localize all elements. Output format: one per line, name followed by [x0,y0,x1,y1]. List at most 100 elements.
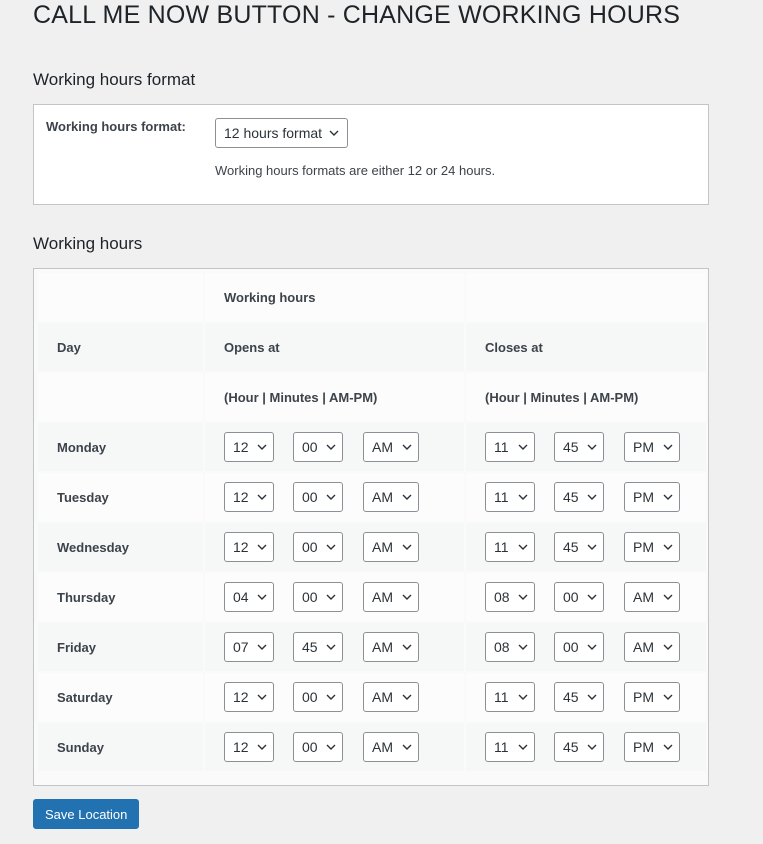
day-label: Thursday [38,573,203,621]
open-ampm-select[interactable]: AM [363,482,419,512]
open-ampm-select[interactable]: AM [363,682,419,712]
open-ampm-select[interactable]: AM [363,732,419,762]
open-ampm-select-value: AM [372,589,393,605]
open-minute-select-value: 00 [302,439,318,455]
close-ampm-select-value: PM [633,689,654,705]
open-minute-select[interactable]: 00 [293,532,343,562]
open-ampm-select-value: AM [372,739,393,755]
format-section-box: Working hours format: 12 hours format Wo… [33,104,709,205]
chevron-down-icon [257,544,267,550]
chevron-down-icon [326,594,336,600]
day-label: Friday [38,623,203,671]
close-minute-select[interactable]: 00 [554,582,604,612]
open-hour-select[interactable]: 12 [224,732,274,762]
close-minute-select-value: 00 [563,589,579,605]
day-row: Tuesday 12 00 AM 11 45 PM [38,473,706,521]
open-ampm-select[interactable]: AM [363,582,419,612]
open-hour-select-value: 12 [233,439,249,455]
close-minute-select[interactable]: 45 [554,432,604,462]
chevron-down-icon [663,694,673,700]
open-hour-select[interactable]: 07 [224,632,274,662]
close-minute-select[interactable]: 45 [554,682,604,712]
open-hour-select[interactable]: 12 [224,432,274,462]
open-hour-select[interactable]: 04 [224,582,274,612]
open-minute-select[interactable]: 00 [293,682,343,712]
open-minute-select[interactable]: 00 [293,432,343,462]
empty-header-cell [38,273,203,321]
day-row: Monday 12 00 AM 11 45 PM [38,423,706,471]
opens-cell: 07 45 AM [205,623,464,671]
open-minute-select-value: 45 [302,639,318,655]
close-hour-select[interactable]: 11 [485,482,535,512]
closes-cell: 08 00 AM [466,623,706,671]
col-header-closes: Closes at [466,323,706,371]
open-minute-select-value: 00 [302,739,318,755]
close-hour-select[interactable]: 11 [485,682,535,712]
open-hour-select[interactable]: 12 [224,532,274,562]
open-minute-select[interactable]: 00 [293,482,343,512]
close-minute-select-value: 45 [563,439,579,455]
format-section-heading: Working hours format [33,70,196,89]
opens-cell: 12 00 AM [205,673,464,721]
close-hour-select[interactable]: 08 [485,632,535,662]
chevron-down-icon [587,444,597,450]
open-ampm-select[interactable]: AM [363,632,419,662]
open-hour-select-value: 12 [233,689,249,705]
closes-cell: 11 45 PM [466,673,706,721]
close-ampm-select[interactable]: AM [624,632,680,662]
close-minute-select-value: 45 [563,689,579,705]
close-minute-select[interactable]: 45 [554,732,604,762]
close-ampm-select-value: AM [633,589,654,605]
close-hour-select[interactable]: 11 [485,532,535,562]
close-ampm-select[interactable]: AM [624,582,680,612]
close-ampm-select[interactable]: PM [624,532,680,562]
close-ampm-select[interactable]: PM [624,432,680,462]
open-minute-select[interactable]: 00 [293,732,343,762]
open-ampm-select-value: AM [372,639,393,655]
opens-cell: 12 00 AM [205,423,464,471]
header-row-columns: Day Opens at Closes at [38,323,706,371]
day-row: Saturday 12 00 AM 11 45 PM [38,673,706,721]
chevron-down-icon [663,444,673,450]
open-minute-select-value: 00 [302,489,318,505]
closes-cell: 08 00 AM [466,573,706,621]
chevron-down-icon [587,644,597,650]
close-ampm-select[interactable]: PM [624,482,680,512]
close-hour-select[interactable]: 08 [485,582,535,612]
open-hour-select-value: 12 [233,739,249,755]
closes-cell: 11 45 PM [466,723,706,771]
close-hour-select[interactable]: 11 [485,732,535,762]
day-row: Friday 07 45 AM 08 00 AM [38,623,706,671]
open-minute-select[interactable]: 45 [293,632,343,662]
format-hint-open: (Hour | Minutes | AM-PM) [205,373,464,421]
chevron-down-icon [326,494,336,500]
close-minute-select[interactable]: 00 [554,632,604,662]
close-minute-select[interactable]: 45 [554,532,604,562]
chevron-down-icon [518,644,528,650]
format-select[interactable]: 12 hours format [215,118,348,148]
chevron-down-icon [518,494,528,500]
open-ampm-select[interactable]: AM [363,432,419,462]
chevron-down-icon [326,544,336,550]
save-location-button[interactable]: Save Location [33,799,140,829]
chevron-down-icon [326,444,336,450]
opens-cell: 12 00 AM [205,723,464,771]
chevron-down-icon [663,744,673,750]
close-minute-select[interactable]: 45 [554,482,604,512]
close-ampm-select[interactable]: PM [624,682,680,712]
chevron-down-icon [402,744,412,750]
chevron-down-icon [257,644,267,650]
chevron-down-icon [663,544,673,550]
open-ampm-select[interactable]: AM [363,532,419,562]
close-minute-select-value: 45 [563,739,579,755]
close-hour-select[interactable]: 11 [485,432,535,462]
format-description: Working hours formats are either 12 or 2… [215,163,496,178]
open-hour-select[interactable]: 12 [224,482,274,512]
open-hour-select[interactable]: 12 [224,682,274,712]
chevron-down-icon [402,444,412,450]
opens-cell: 04 00 AM [205,573,464,621]
chevron-down-icon [402,494,412,500]
chevron-down-icon [257,594,267,600]
open-minute-select[interactable]: 00 [293,582,343,612]
close-ampm-select[interactable]: PM [624,732,680,762]
